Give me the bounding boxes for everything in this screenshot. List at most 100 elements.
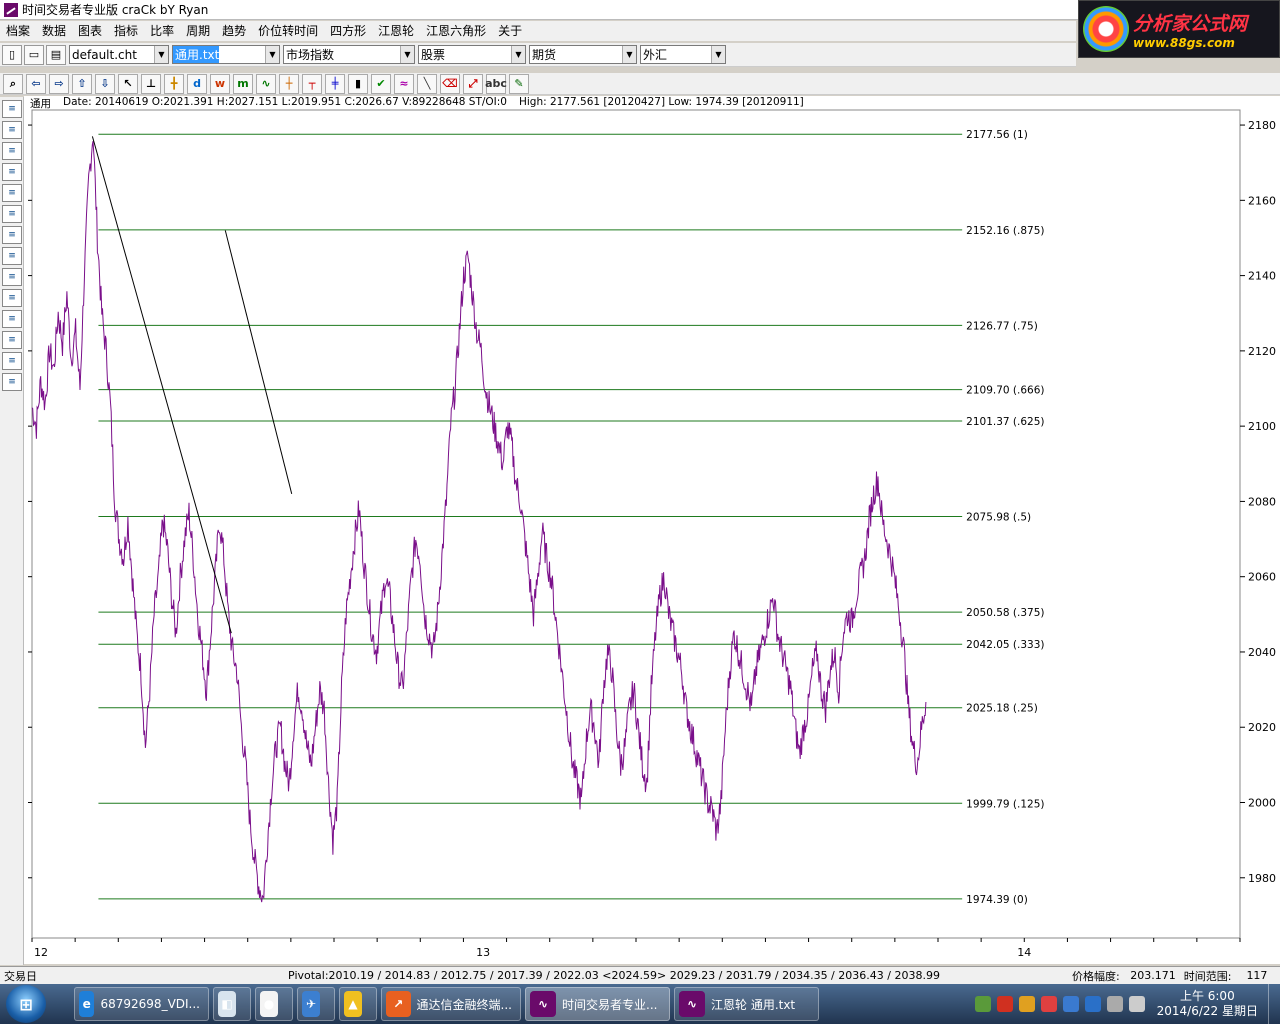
taskbar-item-5[interactable]: ↗ 通达信金融终端... <box>381 987 521 1021</box>
fib-ext-icon[interactable]: ≡ <box>2 121 22 139</box>
gann-grid-icon[interactable]: ≡ <box>2 184 22 202</box>
price-chart[interactable]: 1980 2000 2020 2040 2060 2080 2100 2120 2140 2160… <box>24 96 1280 964</box>
combo-value: default.cht <box>72 47 137 62</box>
menu-item-7[interactable]: 价位转时间 <box>252 21 324 41</box>
square-nine-icon[interactable]: ≡ <box>2 373 22 391</box>
taskbar-item-4[interactable]: ▲ <box>339 987 377 1021</box>
ellipse-icon[interactable]: ≡ <box>2 352 22 370</box>
cursor-icon[interactable]: ↖ <box>118 73 138 94</box>
line-chart-icon[interactable]: ∿ <box>256 73 276 94</box>
abc-icon[interactable]: abc <box>485 73 507 94</box>
arrow-left-icon[interactable]: ⇦ <box>26 73 46 94</box>
delete-tool-icon[interactable]: ⤢ <box>463 73 483 94</box>
menu-item-5[interactable]: 周期 <box>180 21 216 41</box>
taskbar-app-icon: ∿ <box>679 991 705 1017</box>
menu-item-3[interactable]: 指标 <box>108 21 144 41</box>
fib-time-icon[interactable]: ≡ <box>2 163 22 181</box>
chart-area[interactable]: 1980 2000 2020 2040 2060 2080 2100 2120 2140 2160… <box>24 96 1280 964</box>
arrow-down-icon[interactable]: ⇩ <box>95 73 115 94</box>
taskbar-item-3[interactable]: ✈ <box>297 987 335 1021</box>
erase-icon[interactable]: ⌫ <box>440 73 460 94</box>
menu-item-6[interactable]: 趋势 <box>216 21 252 41</box>
rect-icon[interactable]: ≡ <box>2 331 22 349</box>
fib-retrace-icon[interactable]: ≡ <box>2 100 22 118</box>
clock[interactable]: 上午 6:00 2014/6/22 星期日 <box>1157 989 1258 1019</box>
menu-item-4[interactable]: 比率 <box>144 21 180 41</box>
combo-1[interactable]: 通用.txt ▼ <box>172 45 280 64</box>
flower-logo-icon <box>1083 6 1129 52</box>
taskbar-item-7[interactable]: ∿ 江恩轮 通用.txt <box>674 987 819 1021</box>
chevron-down-icon[interactable]: ▼ <box>511 46 525 63</box>
zoom-icon[interactable]: ⌕ <box>3 73 23 94</box>
shield-icon[interactable] <box>1084 996 1101 1012</box>
menu-item-8[interactable]: 四方形 <box>324 21 372 41</box>
ohlc-icon[interactable]: ┬ <box>302 73 322 94</box>
mail-icon[interactable] <box>1062 996 1079 1012</box>
bar-icon[interactable]: ┼ <box>279 73 299 94</box>
info-ohlc: Date: 20140619 O:2021.391 H:2027.151 L:2… <box>63 96 507 108</box>
gann-square-icon[interactable]: ≡ <box>2 226 22 244</box>
network-icon[interactable] <box>1106 996 1123 1012</box>
gann-fan-icon[interactable]: ≡ <box>2 247 22 265</box>
ad-url: www.88gs.com <box>1133 35 1235 50</box>
combo-2[interactable]: 市场指数 ▼ <box>283 45 415 64</box>
info-symbol: 通用 <box>30 98 51 110</box>
y-tick-label: 1980 <box>1248 872 1276 885</box>
update-icon[interactable] <box>1040 996 1057 1012</box>
start-button[interactable]: ⊞ <box>6 985 46 1023</box>
taskbar-item-6[interactable]: ∿ 时间交易者专业... <box>525 987 670 1021</box>
paint-icon[interactable]: ✎ <box>509 73 529 94</box>
monthly-icon[interactable]: m <box>233 73 253 94</box>
menu-item-10[interactable]: 江恩六角形 <box>420 21 492 41</box>
security-icon[interactable] <box>996 996 1013 1012</box>
print-icon[interactable]: ▤ <box>46 44 66 65</box>
combo-3[interactable]: 股票 ▼ <box>418 45 526 64</box>
fib-fan-icon[interactable]: ≡ <box>2 142 22 160</box>
menu-item-9[interactable]: 江恩轮 <box>372 21 420 41</box>
wave-icon[interactable]: ≈ <box>394 73 414 94</box>
check-icon[interactable]: ✔ <box>371 73 391 94</box>
weekly-icon[interactable]: w <box>210 73 230 94</box>
daily-icon[interactable]: d <box>187 73 207 94</box>
network-people-icon[interactable] <box>974 996 991 1012</box>
taskbar-item-0[interactable]: e 68792698_VDI... <box>74 987 209 1021</box>
browser-tray-icon[interactable] <box>1018 996 1035 1012</box>
line-tool-icon[interactable]: ╲ <box>417 73 437 94</box>
ad-banner[interactable]: 分析家公式网 www.88gs.com <box>1078 0 1280 58</box>
arrow-right-icon[interactable]: ⇨ <box>49 73 69 94</box>
taskbar-item-1[interactable]: ◧ <box>213 987 251 1021</box>
volume-icon[interactable]: ▮ <box>348 73 368 94</box>
system-tray: 上午 6:00 2014/6/22 星期日 <box>974 984 1280 1024</box>
arrow-up-icon[interactable]: ⇧ <box>72 73 92 94</box>
combo-4[interactable]: 期货 ▼ <box>529 45 637 64</box>
pitchfork-icon[interactable]: ≡ <box>2 310 22 328</box>
taskbar-label: 江恩轮 通用.txt <box>711 997 796 1012</box>
candle-icon[interactable]: ╪ <box>325 73 345 94</box>
show-desktop-button[interactable] <box>1268 984 1280 1024</box>
measure-icon[interactable]: ⊥ <box>141 73 161 94</box>
menu-item-0[interactable]: 档案 <box>0 21 36 41</box>
taskbar-app-icon: ∿ <box>530 991 556 1017</box>
chevron-down-icon[interactable]: ▼ <box>400 46 414 63</box>
chevron-down-icon[interactable]: ▼ <box>622 46 636 63</box>
trend-icon[interactable]: ≡ <box>2 289 22 307</box>
menu-item-11[interactable]: 关于 <box>492 21 528 41</box>
combo-0[interactable]: default.cht ▼ <box>69 45 169 64</box>
price-range-value: 203.171 <box>1130 969 1176 982</box>
taskbar-item-2[interactable]: ● <box>255 987 293 1021</box>
info-range: High: 2177.561 [20120427] Low: 1974.39 [… <box>518 96 804 108</box>
status-bar: 交易日 Pivotal:2010.19 / 2014.83 / 2012.75 … <box>0 966 1280 984</box>
combo-5[interactable]: 外汇 ▼ <box>640 45 726 64</box>
angle-icon[interactable]: ≡ <box>2 268 22 286</box>
new-file-icon[interactable]: ▯ <box>2 44 22 65</box>
menu-item-1[interactable]: 数据 <box>36 21 72 41</box>
combo-value: 通用.txt <box>173 46 220 63</box>
chevron-down-icon[interactable]: ▼ <box>711 46 725 63</box>
crosshair-icon[interactable]: ╋ <box>164 73 184 94</box>
gann-box-icon[interactable]: ≡ <box>2 205 22 223</box>
chevron-down-icon[interactable]: ▼ <box>154 46 168 63</box>
volume-icon[interactable] <box>1128 996 1145 1012</box>
chevron-down-icon[interactable]: ▼ <box>265 46 279 63</box>
open-folder-icon[interactable]: ▭ <box>24 44 44 65</box>
menu-item-2[interactable]: 图表 <box>72 21 108 41</box>
